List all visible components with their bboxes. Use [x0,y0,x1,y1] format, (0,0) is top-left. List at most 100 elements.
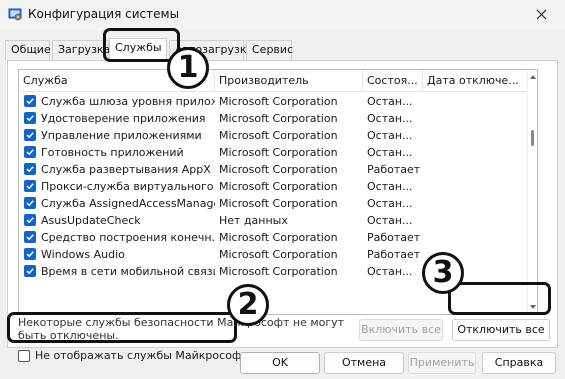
close-button[interactable] [519,0,565,30]
service-vendor: Microsoft Corporation [219,248,338,261]
table-row[interactable]: Служба AssignedAccessManager Microsoft Co… [19,195,529,212]
system-config-icon [8,8,22,21]
service-disable-date [423,93,529,110]
service-name: Windows Audio [41,248,125,261]
service-checkbox[interactable] [24,146,36,158]
service-vendor: Microsoft Corporation [219,265,338,278]
checkmark-icon [26,115,34,122]
checkbox-box[interactable] [18,350,30,362]
column-vendor[interactable]: Производитель [215,70,363,92]
vertical-scrollbar[interactable] [527,70,537,314]
service-name: Готовность приложений [41,146,184,159]
service-state: Остан... [367,265,413,278]
service-checkbox[interactable] [24,180,36,192]
annotation-badge-1: 1 [167,47,209,89]
service-vendor: Microsoft Corporation [219,163,338,176]
service-checkbox[interactable] [24,197,36,209]
service-disable-date [423,127,529,144]
service-name: Средство построения конечн... [41,231,215,244]
table-row[interactable]: Прокси-служба виртуального ... Microsoft … [19,178,529,195]
service-vendor: Microsoft Corporation [219,129,338,142]
close-icon [536,9,547,20]
table-row[interactable]: Служба развертывания AppX (... Microsoft … [19,161,529,178]
service-state: Остан... [367,95,413,108]
table-row[interactable]: Удостоверение приложения Microsoft Corpor… [19,110,529,127]
hide-microsoft-services-label: Не отображать службы Майкрософт [35,349,248,362]
checkmark-icon [26,200,34,207]
service-checkbox[interactable] [24,214,36,226]
service-rows: Служба шлюза уровня прилож... Microsoft C… [19,93,529,280]
service-vendor: Microsoft Corporation [219,146,338,159]
service-checkbox[interactable] [24,248,36,260]
service-state: Остан... [367,112,413,125]
service-disable-date [423,195,529,212]
table-row[interactable]: Служба шлюза уровня прилож... Microsoft C… [19,93,529,110]
checkmark-icon [26,234,34,241]
table-row[interactable]: Управление приложениями Microsoft Corpora… [19,127,529,144]
help-button[interactable]: Справка [482,352,556,374]
ok-button[interactable]: OK [240,352,320,374]
table-row[interactable]: Средство построения конечн... Microsoft C… [19,229,529,246]
tab-general[interactable]: Общие [5,40,51,60]
service-name: Служба шлюза уровня прилож... [41,95,215,108]
service-checkbox[interactable] [24,231,36,243]
service-name: Удостоверение приложения [41,112,206,125]
service-name: Служба AssignedAccessManager [41,197,215,210]
tab-boot[interactable]: Загрузка [52,40,110,60]
service-vendor: Microsoft Corporation [219,95,338,108]
service-state: Остан... [367,146,413,159]
service-disable-date [423,110,529,127]
security-note: Некоторые службы безопасности Майкрософт… [18,316,345,342]
service-name: Служба развертывания AppX (... [41,163,215,176]
checkmark-icon [26,132,34,139]
checkmark-icon [26,183,34,190]
service-name: AsusUpdateCheck [41,214,141,227]
checkmark-icon [26,268,34,275]
service-disable-date [423,178,529,195]
service-vendor: Microsoft Corporation [219,112,338,125]
enable-all-button[interactable]: Включить все [359,319,443,341]
service-checkbox[interactable] [24,265,36,277]
checkmark-icon [26,251,34,258]
table-row[interactable]: AsusUpdateCheck Нет данных Остан... [19,212,529,229]
dialog-body: Общие Загрузка Службы Автозагрузка Серви… [0,30,565,379]
service-state: Работает [367,231,421,244]
checkmark-icon [26,166,34,173]
service-state: Остан... [367,180,413,193]
service-name: Прокси-служба виртуального ... [41,180,215,193]
service-name: Управление приложениями [41,129,202,142]
scroll-thumb[interactable] [531,130,534,146]
service-vendor: Microsoft Corporation [219,231,338,244]
service-checkbox[interactable] [24,95,36,107]
service-state: Работает [367,163,421,176]
service-vendor: Microsoft Corporation [219,197,338,210]
annotation-badge-2: 2 [227,284,269,326]
column-state[interactable]: Состоя... [363,70,423,92]
service-disable-date [423,161,529,178]
service-vendor: Нет данных [219,214,288,227]
service-checkbox[interactable] [24,129,36,141]
annotation-badge-3: 3 [422,252,464,294]
tab-tools[interactable]: Сервис [246,40,293,60]
service-checkbox[interactable] [24,112,36,124]
service-name: Время в сети мобильной связи [41,265,215,278]
table-row[interactable]: Готовность приложений Microsoft Corporati… [19,144,529,161]
scroll-up-arrow-icon[interactable] [530,75,536,79]
tab-services[interactable]: Службы [109,38,167,61]
list-header: Служба Производитель Состоя... Дата откл… [19,70,529,92]
service-state: Остан... [367,214,413,227]
checkmark-icon [26,98,34,105]
service-vendor: Microsoft Corporation [219,180,338,193]
column-disable-date[interactable]: Дата отключе... [423,70,529,92]
title-bar: Конфигурация системы [0,0,565,30]
service-state: Работает [367,248,421,261]
services-panel: Служба Производитель Состоя... Дата откл… [7,60,558,362]
service-disable-date [423,144,529,161]
window-title: Конфигурация системы [28,7,180,21]
cancel-button[interactable]: Отмена [324,352,404,374]
apply-button[interactable]: Применить [408,352,476,374]
service-checkbox[interactable] [24,163,36,175]
disable-all-button[interactable]: Отключить все [452,319,550,341]
service-state: Остан... [367,129,413,142]
scroll-down-arrow-icon[interactable] [530,305,536,309]
